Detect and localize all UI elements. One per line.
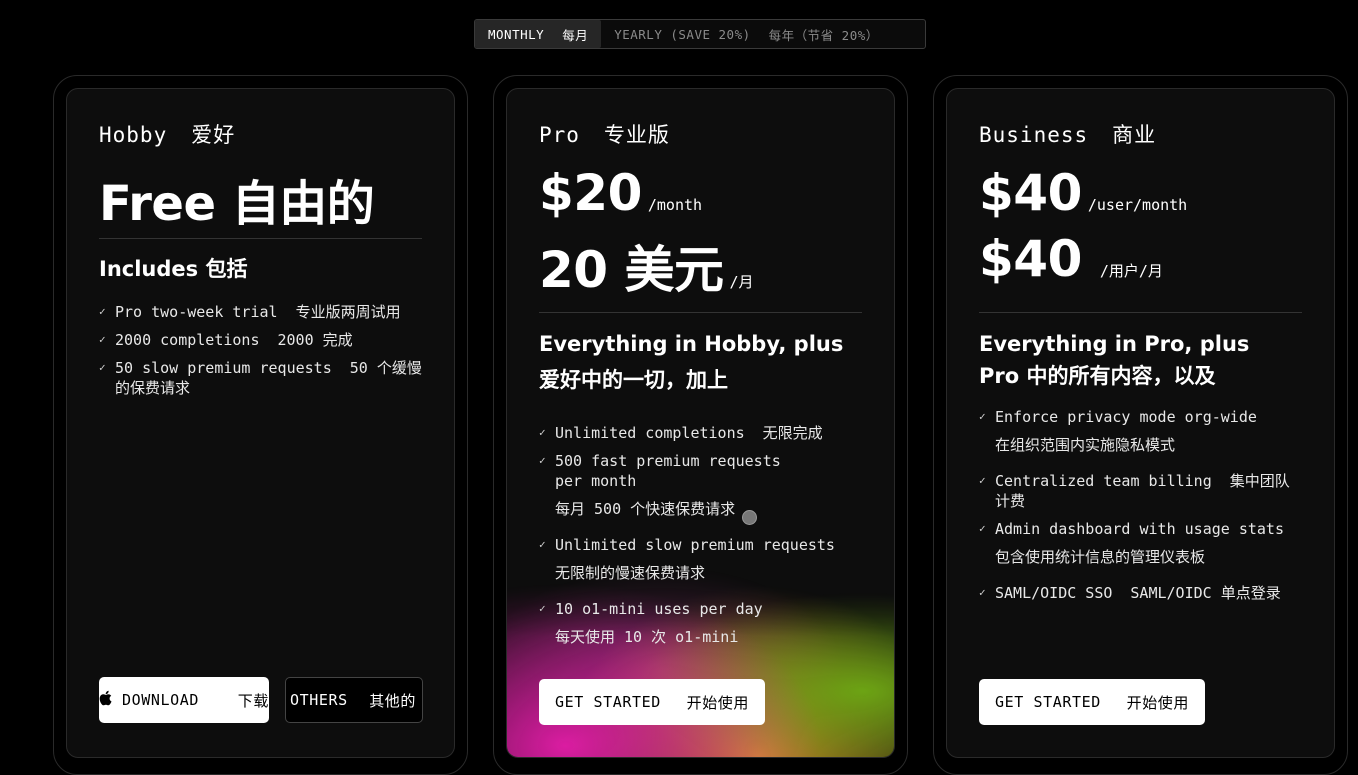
plan-price: Free 自由的: [99, 176, 375, 232]
check-icon: ✓: [99, 305, 106, 318]
billing-toggle: MONTHLY 每月 YEARLY (SAVE 20%) 每年（节省 20%）: [474, 19, 926, 49]
includes-heading: Everything in Pro, plus Pro 中的所有内容，以及: [979, 332, 1250, 388]
divider: [979, 312, 1302, 313]
plan-name-en: Business: [979, 123, 1089, 147]
feature-item: ✓ 50 slow premium requests 50 个缓慢的保费请求: [99, 359, 422, 397]
check-icon: ✓: [539, 426, 546, 439]
includes-heading: Everything in Hobby, plus 爱好中的一切，加上: [539, 332, 844, 392]
plan-name: Pro 专业版: [539, 119, 670, 149]
toggle-monthly-zh: 每月: [562, 27, 589, 43]
feature-item: ✓ Pro two-week trial 专业版两周试用: [99, 303, 401, 321]
check-icon: ✓: [979, 586, 986, 599]
check-icon: ✓: [979, 522, 986, 535]
feature-item: ✓ Admin dashboard with usage stats 包含使用统计信…: [979, 520, 1284, 566]
check-icon: ✓: [99, 361, 106, 374]
feature-item: ✓ Unlimited slow premium requests 无限制的慢速保费…: [539, 536, 835, 582]
business-card: Business 商业 $40/user/month $40/用户/月 Every…: [946, 88, 1335, 758]
feature-item: ✓ Enforce privacy mode org-wide 在组织范围内实施隐私…: [979, 408, 1257, 454]
feature-list: ✓ Enforce privacy mode org-wide 在组织范围内实施隐私…: [979, 407, 1326, 603]
toggle-monthly[interactable]: MONTHLY 每月: [475, 20, 602, 48]
plan-name: Hobby 爱好: [99, 119, 235, 149]
plan-name-en: Hobby: [99, 123, 168, 147]
download-button[interactable]: DOWNLOAD 下载: [99, 677, 269, 723]
check-icon: ✓: [539, 454, 546, 467]
check-icon: ✓: [99, 333, 106, 346]
pro-card: Pro 专业版 $20/month 20 美元/月 Everything in H…: [506, 88, 895, 758]
plan-price-zh: 20 美元/月: [539, 241, 754, 299]
plan-name-zh: 商业: [1112, 123, 1157, 147]
check-icon: ✓: [979, 410, 986, 423]
feature-item: ✓ SAML/OIDC SSO SAML/OIDC 单点登录: [979, 584, 1281, 602]
others-button[interactable]: OTHERS 其他的: [285, 677, 423, 723]
feature-item: ✓ Unlimited completions 无限完成: [539, 424, 823, 442]
divider: [539, 312, 862, 313]
get-started-button[interactable]: GET STARTED 开始使用: [539, 679, 765, 725]
plan-price: $40/user/month: [979, 164, 1188, 222]
toggle-yearly[interactable]: YEARLY (SAVE 20%) 每年（节省 20%）: [601, 20, 892, 48]
feature-item: ✓ 2000 completions 2000 完成: [99, 331, 353, 349]
toggle-yearly-en: YEARLY (SAVE 20%): [614, 26, 751, 42]
divider: [99, 238, 422, 239]
includes-heading: Includes 包括: [99, 257, 248, 281]
check-icon: ✓: [539, 602, 546, 615]
plan-price: $20/month: [539, 164, 703, 222]
check-icon: ✓: [539, 538, 546, 551]
plan-price-zh: $40/用户/月: [979, 230, 1163, 288]
plan-name-zh: 爱好: [191, 123, 236, 147]
mouse-cursor: [742, 510, 757, 525]
feature-list: ✓ Unlimited completions 无限完成 ✓ 500 fast pre…: [539, 423, 884, 647]
plan-name: Business 商业: [979, 119, 1156, 149]
plan-name-en: Pro: [539, 123, 580, 147]
plan-name-zh: 专业版: [603, 123, 670, 147]
toggle-yearly-zh: 每年（节省 20%）: [768, 27, 879, 43]
get-started-button[interactable]: GET STARTED 开始使用: [979, 679, 1205, 725]
feature-item: ✓ 500 fast premium requests per month 每月 5…: [539, 452, 781, 518]
toggle-monthly-en: MONTHLY: [488, 26, 545, 42]
check-icon: ✓: [979, 474, 986, 487]
hobby-card: Hobby 爱好 Free 自由的 Includes 包括 ✓ Pro two-we…: [66, 88, 455, 758]
feature-item: ✓ 10 o1-mini uses per day 每天使用 10 次 o1-min…: [539, 600, 763, 646]
apple-icon: [99, 690, 112, 710]
feature-item: ✓ Centralized team billing 集中团队计费: [979, 472, 1290, 510]
feature-list: ✓ Pro two-week trial 专业版两周试用 ✓ 2000 complet…: [99, 302, 434, 398]
